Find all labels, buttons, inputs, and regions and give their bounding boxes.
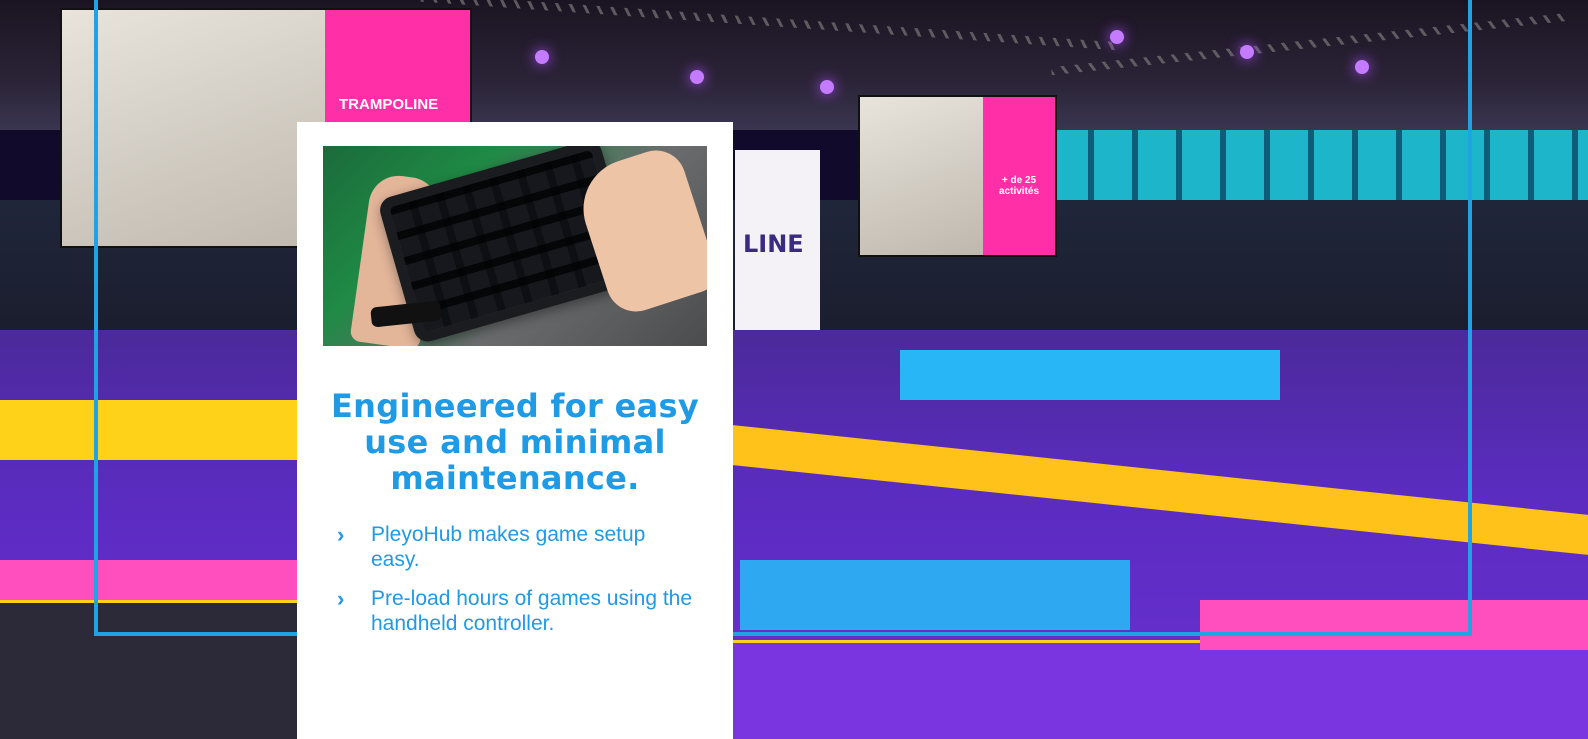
trampoline-bed [733,640,1588,739]
feature-card: Engineered for easy use and minimal main… [297,122,733,739]
feature-list: › PleyoHub makes game setup easy. › Pre-… [337,522,697,650]
list-item: › Pre-load hours of games using the hand… [337,586,697,636]
list-item-text: PleyoHub makes game setup easy. [371,523,646,571]
list-item: › PleyoHub makes game setup easy. [337,522,697,572]
list-item-text: Pre-load hours of games using the handhe… [371,587,693,635]
chevron-right-icon: › [337,586,345,611]
chevron-right-icon: › [337,522,345,547]
feature-heading: Engineered for easy use and minimal main… [331,387,699,497]
controller-photo [323,146,707,346]
